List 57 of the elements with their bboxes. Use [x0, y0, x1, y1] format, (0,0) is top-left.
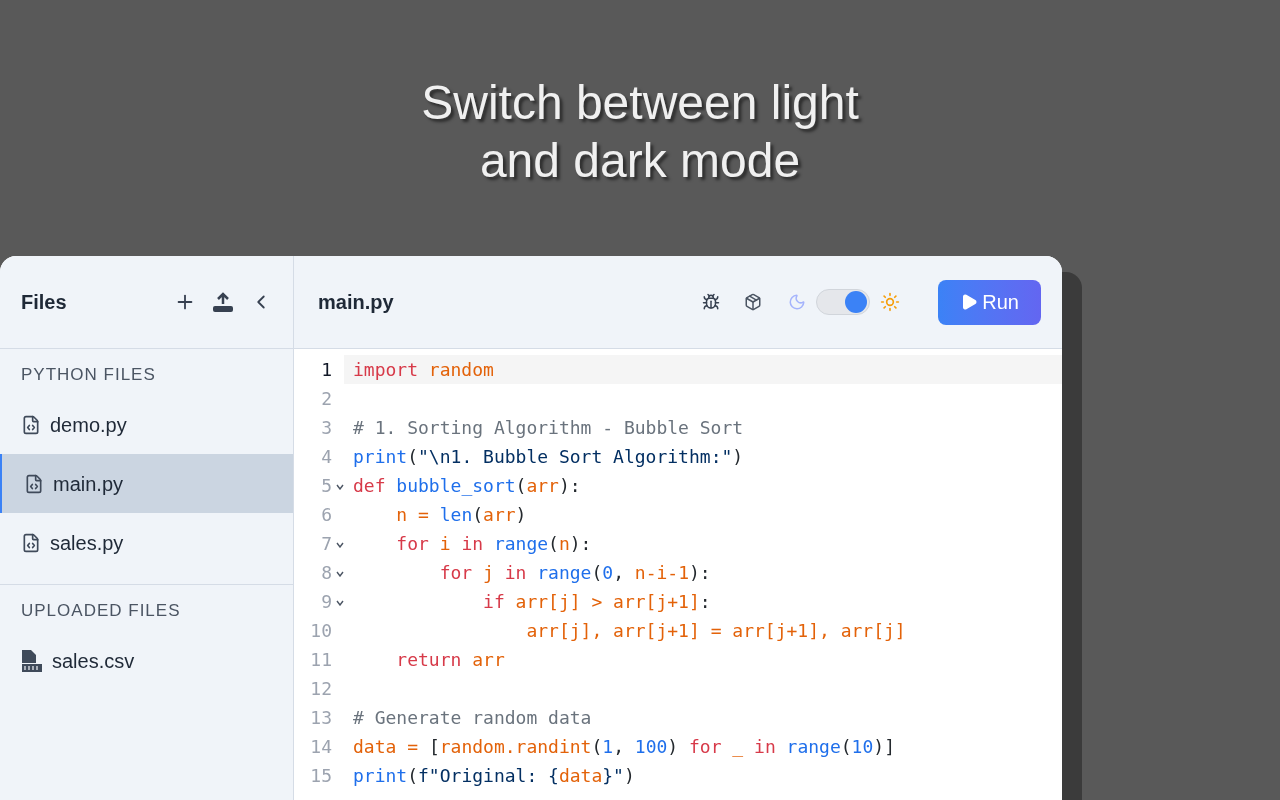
- file-item[interactable]: demo.py: [0, 395, 293, 454]
- code-line: if arr[j] > arr[j+1]:: [482, 590, 711, 614]
- sidebar-title: Files: [21, 290, 68, 315]
- section-heading: PYTHON FILES: [20, 364, 157, 387]
- tab-filename: main.py: [318, 290, 395, 315]
- line-number: 14: [310, 735, 332, 759]
- code-line: # 1. Sorting Algorithm - Bubble Sort: [353, 416, 744, 440]
- line-number: 10: [310, 619, 332, 643]
- code-line: for i in range(n):: [395, 532, 592, 556]
- line-number: 3: [321, 416, 332, 440]
- line-number: 15: [310, 764, 332, 788]
- code-file-icon: [21, 414, 41, 435]
- code-line: for j in range(0, n-i-1):: [438, 561, 711, 585]
- section-heading: UPLOADED FILES: [20, 600, 182, 623]
- line-number: 12: [310, 677, 332, 701]
- code-line: return arr: [395, 648, 505, 672]
- file-item[interactable]: sales.csv: [0, 631, 293, 690]
- file-item[interactable]: sales.py: [0, 513, 293, 572]
- code-file-icon: [24, 473, 44, 494]
- line-number: 8: [321, 561, 332, 585]
- upload-icon: [212, 291, 234, 313]
- fold-caret-icon[interactable]: [336, 542, 344, 548]
- line-number: 4: [321, 445, 332, 469]
- code-line: import random: [353, 358, 494, 382]
- code-file-icon: [21, 532, 41, 553]
- debug-button[interactable]: [702, 293, 721, 311]
- file-item[interactable]: main.py: [0, 454, 293, 513]
- line-number: 13: [310, 706, 332, 730]
- headline: Switch between light: [421, 75, 859, 131]
- fold-caret-icon[interactable]: [336, 484, 344, 490]
- line-number: 1: [321, 358, 332, 382]
- theme-toggle[interactable]: [816, 289, 871, 315]
- line-number: 5: [321, 474, 332, 498]
- package-icon: [744, 293, 763, 311]
- sun-icon: [880, 292, 901, 312]
- line-number: 6: [321, 503, 332, 527]
- line-number: 7: [321, 532, 332, 556]
- moon-icon: [788, 293, 807, 311]
- line-number: 9: [321, 590, 332, 614]
- run-button[interactable]: Run: [938, 279, 1041, 325]
- code-line: # Generate random data: [353, 706, 592, 730]
- play-icon: [960, 293, 979, 311]
- code-line: print(f"Original: {data}"): [353, 764, 635, 788]
- code-line: arr[j], arr[j+1] = arr[j+1], arr[j]: [525, 619, 906, 643]
- code-line: print("\n1. Bubble Sort Algorithm:"): [353, 445, 744, 469]
- package-button[interactable]: [744, 293, 763, 311]
- line-number: 11: [310, 648, 332, 672]
- code-line: n = len(arr): [395, 503, 527, 527]
- bug-icon: [702, 293, 721, 311]
- csv-file-icon: [21, 648, 43, 673]
- fold-caret-icon[interactable]: [336, 571, 344, 577]
- headline: and dark mode: [479, 133, 801, 189]
- upload-button[interactable]: [212, 291, 234, 313]
- line-number: 2: [321, 387, 332, 411]
- code-line: def bubble_sort(arr):: [353, 474, 581, 498]
- code-line: data = [random.randint(1, 100) for _ in range(10)]: [353, 735, 895, 759]
- fold-caret-icon[interactable]: [336, 600, 344, 606]
